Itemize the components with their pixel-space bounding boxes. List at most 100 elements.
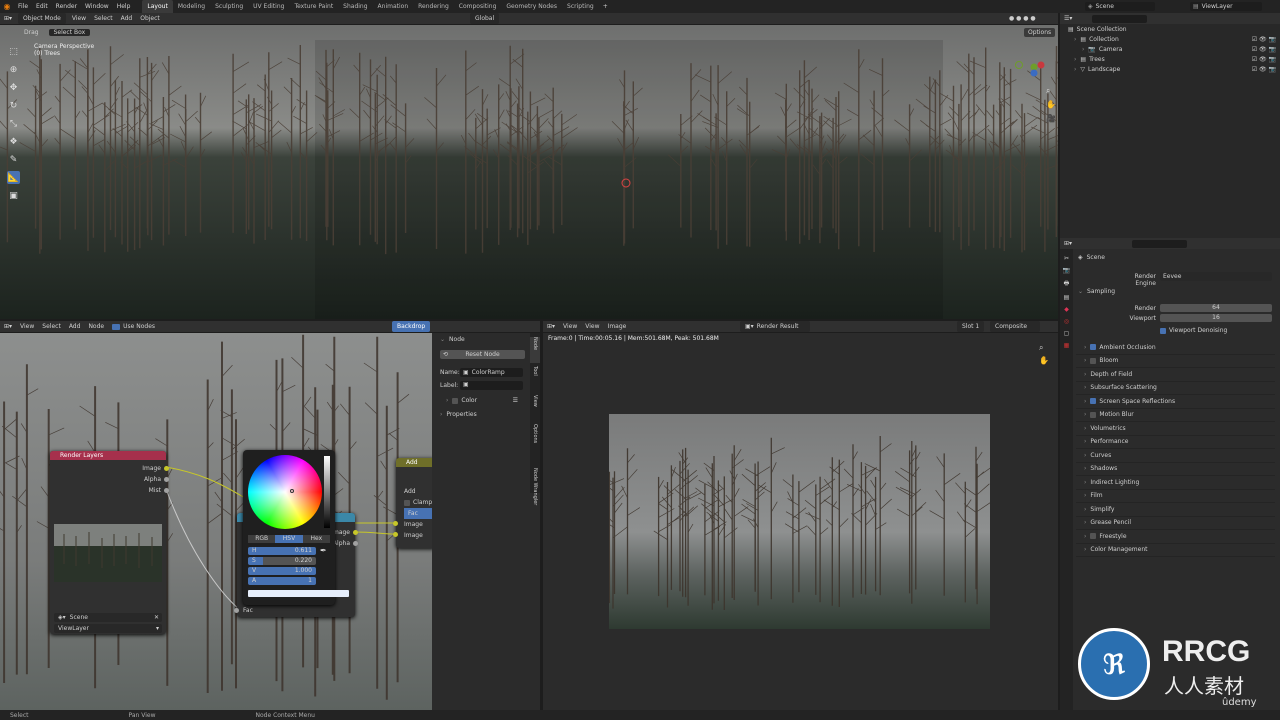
tab-hex[interactable]: Hex: [302, 535, 330, 543]
backdrop-toggle[interactable]: Backdrop: [392, 321, 431, 332]
slot-dropdown[interactable]: Slot 1: [957, 321, 985, 332]
image-editor[interactable]: Frame:0 | Time:00:05.16 | Mem:501.68M, P…: [543, 333, 1058, 710]
workspace-tab-uv-editing[interactable]: UV Editing: [248, 0, 289, 13]
outliner-type-icon[interactable]: ☰▾: [1064, 15, 1072, 22]
sidebar-tab-tool[interactable]: Tool: [530, 366, 540, 392]
mist-output-socket[interactable]: [164, 488, 169, 493]
menu-edit[interactable]: Edit: [32, 0, 52, 13]
select-box-dropdown[interactable]: Select Box: [48, 29, 91, 36]
node-editor-type-icon[interactable]: ⊞▾: [0, 321, 16, 332]
node-menu-add[interactable]: Add: [65, 321, 85, 332]
image-editor-type-icon[interactable]: ⊞▾: [543, 321, 559, 332]
move-icon[interactable]: ✥: [7, 81, 20, 94]
view-layer-tab-icon[interactable]: ▤: [1064, 294, 1070, 301]
fac-field[interactable]: Fac: [404, 508, 432, 519]
menu-render[interactable]: Render: [52, 0, 81, 13]
zoom-icon[interactable]: ⌕: [1039, 341, 1049, 354]
add-image-socket-1[interactable]: [393, 521, 398, 526]
sidebar-tab-view[interactable]: View: [530, 395, 540, 421]
tab-hsv[interactable]: HSV: [275, 535, 303, 543]
mode-dropdown[interactable]: Object Mode: [18, 13, 66, 24]
workspace-tab-modeling[interactable]: Modeling: [173, 0, 210, 13]
node-menu-select[interactable]: Select: [38, 321, 65, 332]
workspace-tab-compositing[interactable]: Compositing: [454, 0, 502, 13]
orientation-dropdown[interactable]: Global: [470, 13, 500, 24]
scale-icon[interactable]: ⤡: [7, 117, 20, 130]
node-scene-selector[interactable]: ◈▾ Scene ✕: [54, 613, 162, 622]
select-cursor-icon[interactable]: ⬚: [7, 45, 20, 58]
hue-field[interactable]: H 0.611: [248, 547, 316, 555]
sidebar-tab-node[interactable]: Node: [530, 337, 540, 363]
color-wheel[interactable]: [248, 455, 322, 529]
texture-tab-icon[interactable]: ▦: [1064, 342, 1070, 349]
alpha-field[interactable]: A1: [248, 577, 316, 585]
image-menu-view-1[interactable]: View: [581, 321, 603, 332]
eyedropper-icon[interactable]: ✒: [320, 546, 327, 555]
transform-icon[interactable]: ❖: [7, 135, 20, 148]
colorramp-fac-socket[interactable]: [234, 608, 239, 613]
workspace-tab-geometry-nodes[interactable]: Geometry Nodes: [501, 0, 562, 13]
image-menu-image-2[interactable]: Image: [604, 321, 631, 332]
expand-arrow-icon[interactable]: ›: [1074, 56, 1076, 63]
cursor-icon[interactable]: ⊕: [7, 63, 20, 76]
section-ambient-occlusion[interactable]: › Ambient Occlusion: [1076, 341, 1275, 355]
menu-file[interactable]: File: [14, 0, 32, 13]
section-bloom[interactable]: › Bloom: [1076, 355, 1275, 368]
sampling-section[interactable]: ⌄ Sampling: [1078, 288, 1278, 295]
node-menu-view[interactable]: View: [16, 321, 38, 332]
workspace-tab-animation[interactable]: Animation: [373, 0, 414, 13]
workspace-tab-scripting[interactable]: Scripting: [562, 0, 599, 13]
section-curves[interactable]: › Curves: [1076, 449, 1275, 463]
image-output-socket[interactable]: [164, 466, 169, 471]
expand-arrow-icon[interactable]: ›: [1074, 66, 1076, 73]
colorramp-image-socket[interactable]: [353, 530, 358, 535]
render-samples-field[interactable]: 64: [1160, 304, 1272, 312]
viewport-samples-field[interactable]: 16: [1160, 314, 1272, 322]
workspace-tab-texture-paint[interactable]: Texture Paint: [289, 0, 338, 13]
properties-search[interactable]: [1132, 239, 1188, 248]
section-color-management[interactable]: › Color Management: [1076, 544, 1275, 557]
properties-type-icon[interactable]: ⊞▾: [1064, 240, 1072, 247]
node-name-field[interactable]: ▣ ColorRamp: [460, 368, 523, 377]
sidebar-tab-node-wrangler[interactable]: Node Wrangler: [530, 468, 540, 539]
add-workspace-button[interactable]: +: [599, 3, 612, 10]
viewport-menu-object[interactable]: Object: [136, 13, 164, 24]
navigation-gizmo[interactable]: ⌕ ✋ 🎥: [1010, 55, 1055, 155]
visibility-icons[interactable]: ☑ 👁 📷: [1252, 46, 1276, 53]
alpha-output-socket[interactable]: [164, 477, 169, 482]
outliner-item-collection[interactable]: › ▤ Collection ☑ 👁 📷: [1060, 34, 1280, 44]
output-tab-icon[interactable]: 🖶: [1064, 279, 1070, 289]
pass-dropdown[interactable]: Composite: [990, 321, 1040, 332]
options-dropdown[interactable]: Options: [1024, 28, 1056, 37]
render-layers-node[interactable]: Render Layers Image Alpha Mist ◈▾ Scene ✕ …: [50, 451, 169, 634]
properties-subpanel[interactable]: › Properties: [440, 411, 477, 418]
shading-icons[interactable]: ● ● ● ●: [1005, 13, 1040, 24]
add-image-socket-2[interactable]: [393, 532, 398, 537]
world-tab-icon[interactable]: ◎: [1064, 318, 1069, 325]
tool-tab-icon[interactable]: ✂: [1064, 255, 1069, 262]
tab-rgb[interactable]: RGB: [248, 535, 276, 543]
add-cube-icon[interactable]: ▣: [7, 189, 20, 202]
section-shadows[interactable]: › Shadows: [1076, 463, 1275, 476]
scene-collection-row[interactable]: ▤ Scene Collection: [1060, 24, 1280, 34]
expand-arrow-icon[interactable]: ›: [1074, 36, 1076, 43]
section-motion-blur[interactable]: › Motion Blur: [1076, 409, 1275, 422]
section-checkbox[interactable]: [1090, 411, 1097, 418]
section-volumetrics[interactable]: › Volumetrics: [1076, 422, 1275, 436]
menu-window[interactable]: Window: [81, 0, 113, 13]
render-engine-dropdown[interactable]: Eevee: [1160, 272, 1272, 281]
section-freestyle[interactable]: › Freestyle: [1076, 530, 1275, 544]
menu-help[interactable]: Help: [113, 0, 135, 13]
section-simplify[interactable]: › Simplify: [1076, 503, 1275, 517]
section-subsurface-scattering[interactable]: › Subsurface Scattering: [1076, 382, 1275, 395]
editor-type-icon[interactable]: ⊞▾: [0, 13, 16, 24]
rotate-icon[interactable]: ↻: [7, 99, 20, 112]
node-editor[interactable]: Render Layers Image Alpha Mist ◈▾ Scene ✕ …: [0, 333, 432, 710]
workspace-tab-layout[interactable]: Layout: [142, 0, 173, 13]
section-depth-of-field[interactable]: › Depth of Field: [1076, 368, 1275, 382]
clamp-checkbox[interactable]: Clamp: [404, 497, 432, 508]
viewport-menu-add[interactable]: Add: [117, 13, 137, 24]
workspace-tab-rendering[interactable]: Rendering: [413, 0, 454, 13]
reset-node-button[interactable]: ⟲ Reset Node: [440, 350, 525, 359]
outliner-item-landscape[interactable]: › ▽ Landscape ☑ 👁 📷: [1060, 64, 1280, 74]
